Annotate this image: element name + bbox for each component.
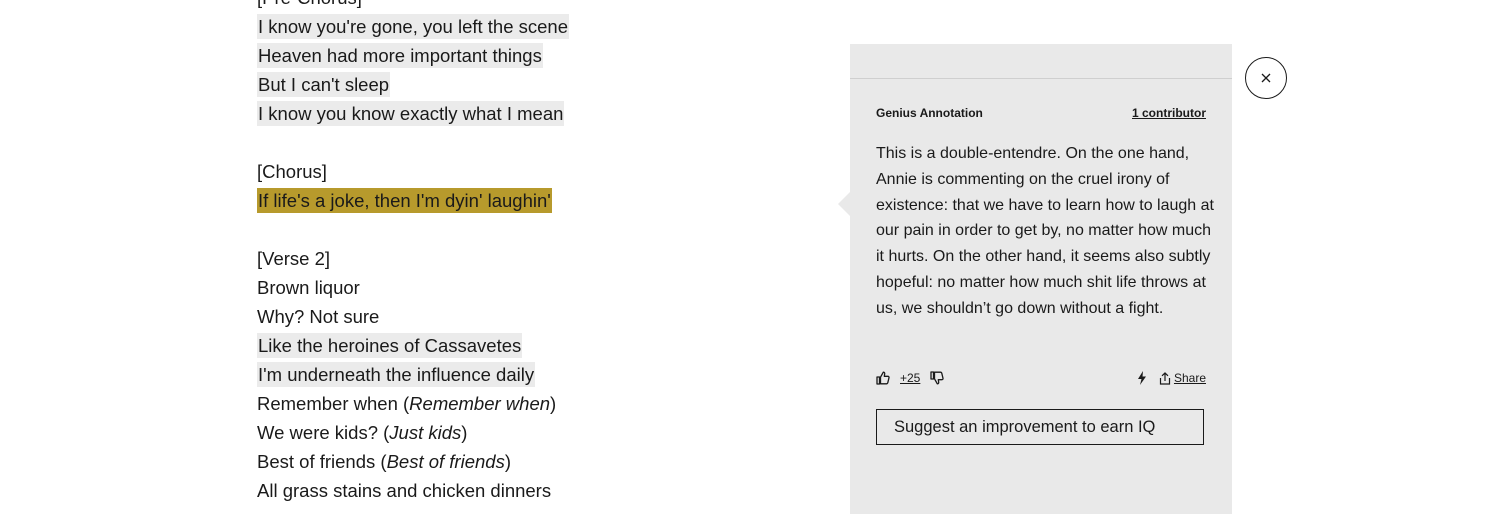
- annotation-label: Genius Annotation: [876, 106, 983, 120]
- share-label: Share: [1173, 371, 1206, 385]
- annotation-panel: Genius Annotation 1 contributor This is …: [838, 44, 1232, 514]
- annotated-lyric[interactable]: I know you're gone, you left the scene: [257, 14, 570, 39]
- lyric-line: Brown liquor: [257, 277, 360, 298]
- annotated-lyric[interactable]: I'm underneath the influence daily: [257, 362, 536, 387]
- vote-count[interactable]: +25: [900, 371, 920, 385]
- active-annotated-lyric[interactable]: If life's a joke, then I'm dyin' laughin…: [257, 188, 552, 213]
- close-icon: [1261, 73, 1271, 83]
- close-annotation-button[interactable]: [1245, 57, 1287, 99]
- lyric-text: Best of friends (: [257, 451, 387, 472]
- annotated-lyric[interactable]: Like the heroines of Cassavetes: [257, 333, 523, 358]
- panel-divider: [850, 78, 1232, 79]
- lyrics-body: [Pre-Chorus] I know you're gone, you lef…: [257, 0, 817, 505]
- section-header: [Pre-Chorus]: [257, 0, 817, 12]
- annotated-lyric[interactable]: Heaven had more important things: [257, 43, 543, 68]
- lyric-echo: Just kids: [389, 422, 462, 443]
- annotation-header: Genius Annotation 1 contributor: [876, 106, 1206, 120]
- annotation-body: This is a double-entendre. On the one ha…: [876, 145, 1214, 317]
- lyric-line: All grass stains and chicken dinners: [257, 480, 552, 501]
- lyric-text: ): [504, 451, 511, 472]
- suggest-improvement-button[interactable]: Suggest an improvement to earn IQ: [876, 409, 1204, 445]
- section-header: [Verse 2]: [257, 248, 331, 269]
- contributors-link[interactable]: 1 contributor: [1132, 106, 1206, 120]
- annotated-lyric[interactable]: I know you know exactly what I mean: [257, 101, 565, 126]
- share-icon: [1159, 371, 1171, 385]
- lyric-echo: Best of friends: [386, 451, 505, 472]
- section-header: [Chorus]: [257, 161, 327, 182]
- share-button[interactable]: Share: [1159, 371, 1206, 385]
- lyric-line: Why? Not sure: [257, 306, 380, 327]
- lightning-icon[interactable]: [1137, 371, 1147, 385]
- lyric-text: Remember when (: [257, 393, 410, 414]
- thumbs-down-icon[interactable]: [930, 371, 945, 385]
- lyric-text: ): [550, 393, 557, 414]
- thumbs-up-icon[interactable]: [876, 371, 890, 385]
- lyric-line: Remember when (Remember when): [257, 389, 817, 418]
- annotation-actions: +25 Share: [876, 369, 1206, 387]
- annotated-lyric[interactable]: But I can't sleep: [257, 72, 391, 97]
- lyric-echo: Remember when: [409, 393, 551, 414]
- lyric-text: We were kids? (: [257, 422, 390, 443]
- panel-pointer: [838, 192, 850, 216]
- lyric-text: ): [461, 422, 468, 443]
- lyric-line: We were kids? (Just kids): [257, 418, 817, 447]
- lyric-line: Best of friends (Best of friends): [257, 447, 817, 476]
